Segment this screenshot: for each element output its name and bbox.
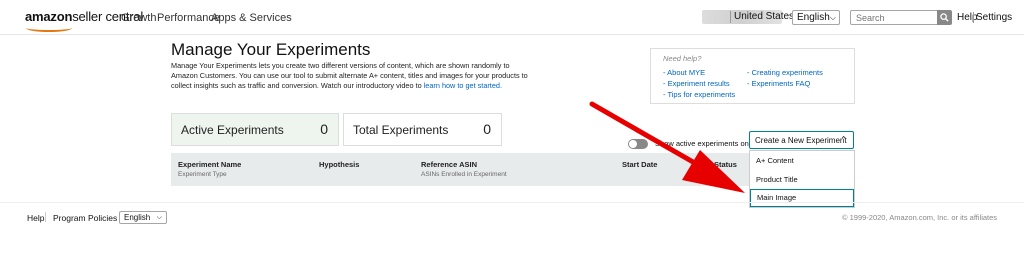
total-experiments-count: 0 — [483, 121, 491, 137]
active-only-toggle[interactable] — [628, 139, 648, 149]
settings-link[interactable]: Settings — [976, 12, 1012, 23]
search-button[interactable] — [937, 10, 952, 25]
menu-item-main-image[interactable]: Main Image — [750, 189, 854, 207]
divider — [973, 12, 974, 23]
col-status[interactable]: Status — [714, 160, 737, 169]
nav-apps-services[interactable]: Apps & Services — [211, 12, 292, 24]
footer-language-value: English — [124, 213, 151, 222]
footer-language-select[interactable]: English ⌵ — [119, 211, 167, 224]
copyright-text: © 1999-2020, Amazon.com, Inc. or its aff… — [842, 213, 998, 222]
help-panel-title: Need help? — [663, 54, 702, 63]
logo-text-bold: amazon — [25, 9, 73, 24]
footer-divider — [0, 202, 1024, 203]
col-start-date[interactable]: Start Date — [622, 160, 657, 169]
marketplace-country[interactable]: United States — [730, 11, 794, 23]
chevron-down-icon: ⌵ — [156, 213, 162, 221]
amazon-smile-icon — [26, 24, 72, 32]
toggle-knob — [629, 140, 637, 148]
active-experiments-label: Active Experiments — [181, 123, 284, 137]
menu-item-product-title[interactable]: Product Title — [750, 175, 854, 184]
active-experiments-card: Active Experiments 0 — [171, 113, 339, 146]
link-experiment-results[interactable]: - Experiment results — [663, 79, 730, 88]
experiment-type-menu: A+ Content Product Title Main Image — [749, 150, 855, 208]
link-about-mye[interactable]: - About MYE — [663, 68, 705, 77]
link-creating-experiments[interactable]: - Creating experiments — [747, 68, 823, 77]
search-icon — [940, 13, 949, 22]
get-started-link[interactable]: learn how to get started. — [424, 81, 502, 90]
col-hypothesis[interactable]: Hypothesis — [319, 160, 359, 169]
col-experiment-name[interactable]: Experiment Name — [178, 160, 241, 169]
page-title: Manage Your Experiments — [171, 40, 371, 59]
col-asins-enrolled: ASINs Enrolled in Experiment — [421, 171, 507, 178]
language-select-value: English — [797, 12, 830, 23]
nav-growth[interactable]: Growth — [121, 12, 156, 24]
top-bar: amazonseller central Growth Performance … — [0, 0, 1024, 35]
total-experiments-label: Total Experiments — [353, 123, 449, 137]
footer-separator — [45, 212, 46, 222]
footer-help-link[interactable]: Help — [27, 213, 44, 223]
help-link[interactable]: Help — [957, 12, 978, 23]
page-description: Manage Your Experiments lets you create … — [171, 61, 531, 92]
create-button-label: Create a New Experiment — [755, 135, 847, 145]
col-experiment-type: Experiment Type — [178, 171, 227, 178]
create-new-experiment-button[interactable]: Create a New Experiment ⌃ — [749, 131, 854, 149]
help-panel: Need help? - About MYE - Experiment resu… — [650, 48, 855, 104]
total-experiments-card: Total Experiments 0 — [343, 113, 502, 146]
active-experiments-count: 0 — [320, 121, 328, 137]
col-reference-asin[interactable]: Reference ASIN — [421, 160, 477, 169]
menu-item-a-plus-content[interactable]: A+ Content — [750, 156, 854, 165]
footer-program-policies-link[interactable]: Program Policies — [53, 213, 117, 223]
chevron-up-icon: ⌃ — [840, 135, 847, 144]
active-only-label: Show active experiments only — [655, 139, 755, 148]
link-experiments-faq[interactable]: - Experiments FAQ — [747, 79, 810, 88]
language-select[interactable]: English ⌵ — [792, 10, 840, 25]
link-tips-for-experiments[interactable]: - Tips for experiments — [663, 90, 735, 99]
chevron-down-icon: ⌵ — [829, 12, 836, 22]
search-input[interactable] — [850, 10, 938, 25]
